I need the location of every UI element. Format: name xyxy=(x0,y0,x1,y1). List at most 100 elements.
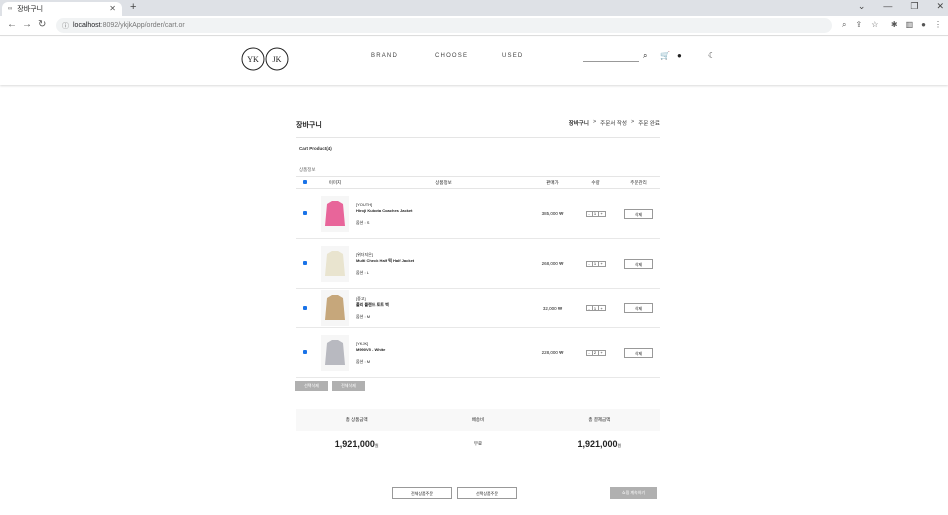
total-payment-value: 1,921,000원 xyxy=(577,439,622,449)
table-header-row: 이미지 상품정보 판매가 수량 주문관리 xyxy=(296,176,660,189)
table-row: [위더지은] Multi Check Half 떡 Half Jacket 옵션 :… xyxy=(296,238,660,289)
row-checkbox[interactable] xyxy=(303,261,307,265)
manage-cell: 삭제 xyxy=(617,327,660,378)
logo-right-text: JK xyxy=(273,55,282,64)
breadcrumb: 장바구니 > 주문서 작성 > 주문 완료 xyxy=(569,119,660,127)
header-manage: 주문관리 xyxy=(617,176,660,189)
zoom-icon[interactable]: ⌕ xyxy=(842,20,846,30)
profile-icon[interactable]: ● xyxy=(921,20,926,29)
order-summary: 총 상품금액 배송비 총 결제금액 1,921,000원 무료 1,921,00… xyxy=(296,409,660,457)
row-checkbox[interactable] xyxy=(303,211,307,215)
address-bar[interactable]: ⓘ localhost:8092/ykjkApp/order/cart.or xyxy=(56,18,832,33)
product-option: 옵션 : S xyxy=(356,219,370,225)
info-icon[interactable]: ⓘ xyxy=(62,21,69,31)
row-select-cell xyxy=(296,238,314,289)
reload-icon[interactable]: ↻ xyxy=(38,19,46,30)
summary-total-product-label: 총 상품금액 xyxy=(345,417,368,422)
nav-used[interactable]: USED xyxy=(502,53,523,59)
logo-left-text: YK xyxy=(247,55,259,64)
close-window-icon[interactable]: ✕ xyxy=(936,1,944,12)
quantity-cell: -1 + xyxy=(574,238,617,289)
user-icon[interactable]: ● xyxy=(677,51,682,60)
delete-item-button[interactable]: 삭제 xyxy=(624,303,653,313)
product-option: 옵션 : M xyxy=(356,358,371,364)
product-name[interactable]: 폴리 플랜드 토트 백 xyxy=(356,302,531,308)
product-image-cell xyxy=(314,327,356,378)
url-path: :8092/ykjkApp/order/cart.or xyxy=(100,22,185,29)
product-image[interactable] xyxy=(321,334,349,371)
summary-total-payment-label: 총 결제금액 xyxy=(588,417,611,422)
row-checkbox[interactable] xyxy=(303,305,307,310)
header-image: 이미지 xyxy=(314,176,356,189)
qty-increase-button[interactable]: + xyxy=(599,261,605,266)
breadcrumb-sep: > xyxy=(592,119,597,125)
continue-shopping-button[interactable]: 쇼핑 계속하기 xyxy=(610,487,657,499)
quantity-cell: -1 + xyxy=(574,188,617,239)
search-input[interactable] xyxy=(583,61,639,62)
section-label: 상품정보 xyxy=(299,167,316,172)
site-header: YK JK BRAND CHOOSE USED ⌕ 🛒 ● ☾ xyxy=(0,37,948,85)
cart-icon[interactable]: 🛒 xyxy=(660,51,670,60)
qty-increase-button[interactable]: + xyxy=(599,211,605,216)
order-selected-button[interactable]: 선택상품주문 xyxy=(457,487,517,499)
delete-item-button[interactable]: 삭제 xyxy=(624,258,653,269)
header-price: 판매가 xyxy=(531,176,574,189)
breadcrumb-done: 주문 완료 xyxy=(638,121,660,127)
chevron-down-icon[interactable]: ⌄ xyxy=(858,1,866,12)
browser-tabbar: ∞ 장바구니 ✕ + ⌄ — ❐ ✕ xyxy=(0,0,948,16)
select-all-cell xyxy=(296,176,314,189)
delete-item-button[interactable]: 삭제 xyxy=(624,347,653,358)
delete-selected-button[interactable]: 선택삭제 xyxy=(295,381,328,391)
quantity-stepper: -1 + xyxy=(585,305,606,311)
url-host: localhost xyxy=(73,22,101,29)
share-icon[interactable]: ⇪ xyxy=(855,20,862,30)
product-info-cell: [YKJK] M990V5 - White 옵션 : M xyxy=(356,327,531,378)
product-option: 옵션 : M xyxy=(356,314,371,319)
search-icon[interactable]: ⌕ xyxy=(643,51,647,61)
nav-brand[interactable]: BRAND xyxy=(371,53,398,59)
product-image[interactable] xyxy=(321,195,349,232)
delete-all-button[interactable]: 전체삭제 xyxy=(332,381,365,391)
menu-icon[interactable]: ⋮ xyxy=(934,20,942,29)
tab-title: 장바구니 xyxy=(17,6,44,13)
row-select-cell xyxy=(296,327,314,378)
product-price: 385,000 ₩ xyxy=(531,188,574,239)
divider xyxy=(296,137,660,138)
nav-choose[interactable]: CHOOSE xyxy=(435,53,468,59)
browser-tab[interactable]: ∞ 장바구니 ✕ xyxy=(2,2,122,16)
toolbar-icons: ✱ ▥ ● ⋮ xyxy=(891,20,942,29)
back-icon[interactable]: ← xyxy=(7,19,17,30)
restore-icon[interactable]: ❐ xyxy=(910,1,918,12)
product-image-cell xyxy=(314,238,356,289)
qty-increase-button[interactable]: + xyxy=(599,350,605,355)
product-image[interactable] xyxy=(321,290,349,326)
new-tab-icon[interactable]: + xyxy=(130,1,136,13)
select-all-checkbox[interactable] xyxy=(303,180,307,184)
manage-cell: 삭제 xyxy=(617,238,660,289)
forward-icon[interactable]: → xyxy=(22,19,32,30)
breadcrumb-cart: 장바구니 xyxy=(568,121,589,127)
product-image[interactable] xyxy=(321,245,349,282)
table-row: [중고] 폴리 플랜드 토트 백 옵션 : M 32,000 ₩ -1 + 삭제 xyxy=(296,288,660,328)
delete-item-button[interactable]: 삭제 xyxy=(624,208,653,219)
order-all-button[interactable]: 전체상품주문 xyxy=(392,487,452,499)
minimize-icon[interactable]: — xyxy=(883,1,892,12)
product-name[interactable]: M990V5 - White xyxy=(356,347,531,353)
sidepanel-icon[interactable]: ▥ xyxy=(906,20,914,29)
shipping-value: 무료 xyxy=(473,441,483,446)
product-name[interactable]: Multi Check Half 떡 Half Jacket xyxy=(356,258,531,264)
site-logo[interactable]: YK JK xyxy=(240,47,290,71)
tab-close-icon[interactable]: ✕ xyxy=(109,4,116,13)
product-name[interactable]: Hiroji Kubota Coaches Jacket xyxy=(356,208,531,214)
manage-cell: 삭제 xyxy=(617,188,660,239)
product-image-cell xyxy=(314,288,356,328)
dark-mode-moon-icon[interactable]: ☾ xyxy=(708,51,715,60)
row-checkbox[interactable] xyxy=(303,350,307,354)
bookmark-star-icon[interactable]: ☆ xyxy=(871,20,878,30)
table-row: [YOUTH] Hiroji Kubota Coaches Jacket 옵션 : … xyxy=(296,188,660,239)
breadcrumb-order: 주문서 작성 xyxy=(600,121,627,127)
quantity-stepper: -2 + xyxy=(585,349,606,356)
extensions-icon[interactable]: ✱ xyxy=(891,20,898,29)
qty-increase-button[interactable]: + xyxy=(599,306,605,311)
cart-table: 이미지 상품정보 판매가 수량 주문관리 [YOUTH] Hiroji Kubot… xyxy=(296,176,660,378)
